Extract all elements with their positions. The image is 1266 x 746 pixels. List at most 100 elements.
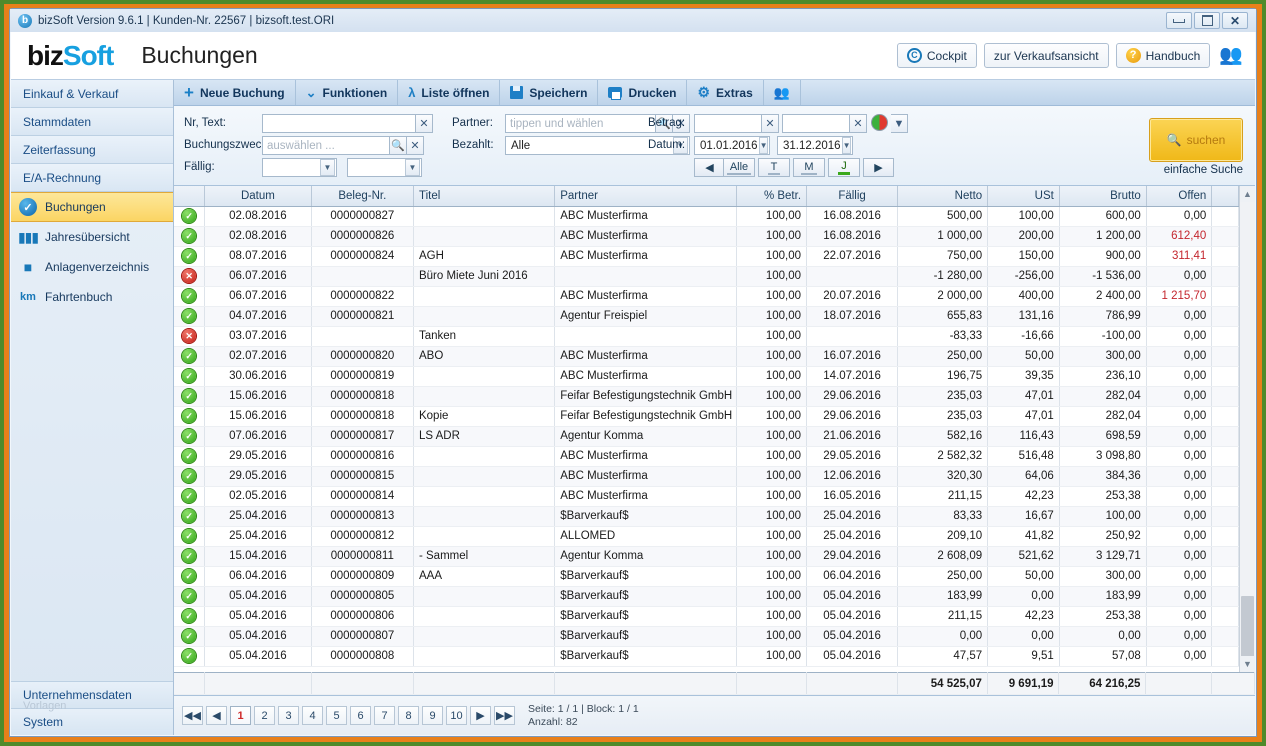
datum-to-select[interactable]: 31.12.2016 ▼ [777, 136, 853, 155]
table-row[interactable]: ✕03.07.2016Tanken100,00-83,33-16,66-100,… [174, 326, 1239, 346]
table-row[interactable]: ✓02.05.20160000000814ABC Musterfirma100,… [174, 486, 1239, 506]
search-button[interactable]: 🔍 suchen [1149, 118, 1243, 162]
betrag-from-clear-icon[interactable]: ✕ [762, 114, 779, 133]
totals-blank-7 [806, 673, 897, 695]
page-button-4[interactable]: 4 [302, 706, 323, 725]
page-button-9[interactable]: 9 [422, 706, 443, 725]
partner-input[interactable]: tippen und wählen [505, 114, 656, 133]
table-row[interactable]: ✓04.07.20160000000821Agentur Freispiel10… [174, 306, 1239, 326]
range-next-button[interactable]: ▶ [863, 158, 894, 177]
table-row[interactable]: ✓05.04.20160000000806$Barverkauf$100,000… [174, 606, 1239, 626]
nr-text-clear-icon[interactable]: ✕ [416, 114, 433, 133]
table-row[interactable]: ✓02.08.20160000000826ABC Musterfirma100,… [174, 226, 1239, 246]
vertical-scrollbar[interactable]: ▲ ▼ [1239, 186, 1255, 672]
extras-button[interactable]: ⚙ Extras [687, 80, 763, 105]
liste-oeffnen-button[interactable]: λ Liste öffnen [398, 80, 500, 105]
close-icon[interactable]: ✕ [1222, 12, 1248, 29]
cell-offen: 0,00 [1146, 566, 1212, 586]
table-row[interactable]: ✓08.07.20160000000824AGHABC Musterfirma1… [174, 246, 1239, 266]
drucken-button[interactable]: Drucken [598, 80, 687, 105]
table-row[interactable]: ✓02.08.20160000000827ABC Musterfirma100,… [174, 206, 1239, 226]
range-alle-button[interactable]: Alle [723, 158, 755, 177]
buchungszweck-clear-icon[interactable]: ✕ [407, 136, 424, 155]
range-tag-button[interactable]: T [758, 158, 790, 177]
funktionen-button[interactable]: ⌄ Funktionen [296, 80, 399, 105]
sidebar-group-stammdaten[interactable]: Stammdaten [11, 108, 173, 136]
page-button-5[interactable]: 5 [326, 706, 347, 725]
col-brutto[interactable]: Brutto [1059, 186, 1146, 206]
contacts-icon[interactable]: 👥 [1219, 46, 1243, 65]
page-prev-button[interactable]: ◀ [206, 706, 227, 725]
range-prev-button[interactable]: ◀ [694, 158, 725, 177]
table-row[interactable]: ✓02.07.20160000000820ABOABC Musterfirma1… [174, 346, 1239, 366]
handbuch-button[interactable]: ? Handbuch [1116, 43, 1211, 68]
table-row[interactable]: ✓07.06.20160000000817LS ADRAgentur Komma… [174, 426, 1239, 446]
maximize-icon[interactable] [1194, 12, 1220, 29]
betrag-from-input[interactable] [694, 114, 762, 133]
table-row[interactable]: ✓06.07.20160000000822ABC Musterfirma100,… [174, 286, 1239, 306]
minimize-icon[interactable] [1166, 12, 1192, 29]
col-netto[interactable]: Netto [898, 186, 988, 206]
sidebar-group-zeiterfassung[interactable]: Zeiterfassung [11, 136, 173, 164]
col-datum[interactable]: Datum [205, 186, 311, 206]
page-button-1[interactable]: 1 [230, 706, 251, 725]
table-row[interactable]: ✓05.04.20160000000805$Barverkauf$100,000… [174, 586, 1239, 606]
sidebar-item-jahresuebersicht[interactable]: ▮▮▮ Jahresübersicht [11, 222, 173, 252]
betrag-to-clear-icon[interactable]: ✕ [850, 114, 867, 133]
cockpit-button[interactable]: C Cockpit [897, 43, 977, 68]
page-next-button[interactable]: ▶ [470, 706, 491, 725]
col-offen[interactable]: Offen [1146, 186, 1212, 206]
table-row[interactable]: ✓25.04.20160000000812ALLOMED100,0025.04.… [174, 526, 1239, 546]
table-row[interactable]: ✓29.05.20160000000815ABC Musterfirma100,… [174, 466, 1239, 486]
page-first-button[interactable]: ◀◀ [182, 706, 203, 725]
range-jahr-button[interactable]: J [828, 158, 860, 177]
scroll-down-icon[interactable]: ▼ [1240, 656, 1255, 672]
page-button-10[interactable]: 10 [446, 706, 467, 725]
faellig-from-select[interactable]: ▼ [262, 158, 337, 177]
range-monat-button[interactable]: M [793, 158, 825, 177]
page-button-7[interactable]: 7 [374, 706, 395, 725]
table-row[interactable]: ✓15.06.20160000000818 KopieFeifar Befest… [174, 406, 1239, 426]
nr-text-input[interactable] [262, 114, 416, 133]
scroll-up-icon[interactable]: ▲ [1240, 186, 1255, 202]
col-faellig[interactable]: Fällig [807, 186, 898, 206]
col-status[interactable] [174, 186, 205, 206]
sidebar-group-ea-rechnung[interactable]: E/A-Rechnung [11, 164, 173, 192]
people-group-button[interactable]: 👥 [764, 80, 801, 105]
traffic-dropdown-icon[interactable]: ▼ [891, 114, 908, 133]
buchungszweck-input[interactable]: auswählen ... [262, 136, 390, 155]
col-ust[interactable]: USt [988, 186, 1060, 206]
page-last-button[interactable]: ▶▶ [494, 706, 515, 725]
sidebar-item-fahrtenbuch[interactable]: km Fahrtenbuch [11, 282, 173, 312]
neue-buchung-button[interactable]: + Neue Buchung [174, 80, 296, 105]
page-button-3[interactable]: 3 [278, 706, 299, 725]
table-row[interactable]: ✓15.04.20160000000811- SammelAgentur Kom… [174, 546, 1239, 566]
col-partner[interactable]: Partner [555, 186, 737, 206]
col-titel[interactable]: Titel [413, 186, 554, 206]
table-row[interactable]: ✓29.05.20160000000816ABC Musterfirma100,… [174, 446, 1239, 466]
table-row[interactable]: ✕06.07.2016Büro Miete Juni 2016100,00-1 … [174, 266, 1239, 286]
table-row[interactable]: ✓30.06.20160000000819ABC Musterfirma100,… [174, 366, 1239, 386]
col-beleg-nr[interactable]: Beleg-Nr. [311, 186, 413, 206]
traffic-light-icon[interactable] [871, 114, 888, 131]
simple-search-link[interactable]: einfache Suche [1164, 164, 1243, 176]
table-row[interactable]: ✓06.04.20160000000809AAA$Barverkauf$100,… [174, 566, 1239, 586]
verkaufsansicht-button[interactable]: zur Verkaufsansicht [984, 43, 1109, 68]
sidebar-group-einkauf-verkauf[interactable]: Einkauf & Verkauf [11, 80, 173, 108]
table-row[interactable]: ✓25.04.20160000000813$Barverkauf$100,002… [174, 506, 1239, 526]
speichern-button[interactable]: Speichern [500, 80, 598, 105]
col-prozent-betrag[interactable]: % Betr. [737, 186, 807, 206]
page-button-8[interactable]: 8 [398, 706, 419, 725]
table-row[interactable]: ✓05.04.20160000000807$Barverkauf$100,000… [174, 626, 1239, 646]
table-row[interactable]: ✓15.06.20160000000818Feifar Befestigungs… [174, 386, 1239, 406]
sidebar-item-anlagenverzeichnis[interactable]: ■ Anlagenverzeichnis [11, 252, 173, 282]
betrag-to-input[interactable] [782, 114, 850, 133]
page-button-6[interactable]: 6 [350, 706, 371, 725]
sidebar-item-system[interactable]: Vorlagen System [11, 708, 173, 735]
datum-from-select[interactable]: 01.01.2016 ▼ [694, 136, 770, 155]
faellig-to-select[interactable]: ▼ [347, 158, 422, 177]
sidebar-item-buchungen[interactable]: ✓ Buchungen [11, 192, 173, 222]
page-button-2[interactable]: 2 [254, 706, 275, 725]
buchungszweck-search-icon[interactable]: 🔍 [390, 136, 407, 155]
table-row[interactable]: ✓05.04.20160000000808$Barverkauf$100,000… [174, 646, 1239, 666]
